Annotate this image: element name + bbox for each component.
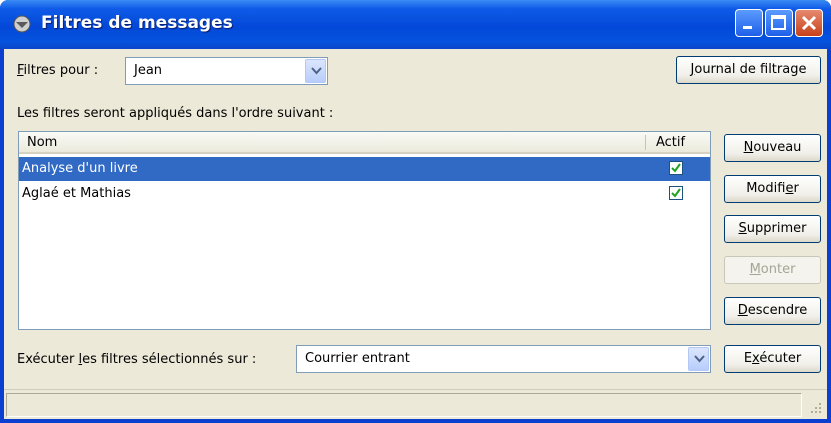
filter-name: Aglaé et Mathias: [22, 186, 131, 201]
new-filter-button[interactable]: Nouveau: [724, 134, 821, 162]
checkmark-icon: [671, 188, 681, 198]
folder-dropdown-arrow[interactable]: [688, 347, 709, 371]
filter-active-checkbox[interactable]: [669, 186, 683, 200]
chevron-down-icon: [694, 355, 705, 363]
run-button[interactable]: Exécuter: [724, 345, 821, 373]
filter-row[interactable]: Aglaé et Mathias: [19, 182, 710, 206]
minimize-button[interactable]: [735, 9, 763, 37]
close-button[interactable]: [795, 9, 823, 37]
status-pane: [6, 393, 802, 417]
window-title: Filtres de messages: [41, 13, 233, 33]
minimize-icon: [743, 26, 752, 29]
column-separator[interactable]: [645, 135, 646, 150]
maximize-button[interactable]: [765, 9, 793, 37]
chevron-down-icon: [311, 67, 322, 75]
folder-select[interactable]: Courrier entrant: [296, 345, 711, 373]
resize-grip-icon[interactable]: [809, 401, 823, 415]
dialog-body: Filtres pour : Jean Journal de filtrage …: [4, 49, 827, 419]
run-filters-label: Exécuter les filtres sélectionnés sur :: [17, 352, 257, 367]
folder-value: Courrier entrant: [305, 351, 410, 366]
filters-for-label: Filtres pour :: [17, 63, 99, 78]
account-value: Jean: [134, 63, 163, 78]
move-up-button[interactable]: Monter: [724, 256, 821, 284]
column-header-name[interactable]: Nom: [27, 135, 57, 150]
account-dropdown-arrow[interactable]: [305, 59, 326, 83]
column-header-active[interactable]: Actif: [656, 135, 685, 150]
delete-filter-button[interactable]: Supprimer: [724, 215, 821, 243]
filter-row[interactable]: Analyse d'un livre: [19, 157, 710, 181]
status-bar: [4, 389, 827, 419]
order-description: Les filtres seront appliqués dans l'ordr…: [17, 106, 334, 121]
close-icon: [801, 15, 817, 31]
account-select[interactable]: Jean: [125, 57, 328, 85]
list-header: Nom Actif: [19, 132, 710, 154]
title-bar[interactable]: Filtres de messages: [0, 0, 831, 49]
move-down-button[interactable]: Descendre: [724, 297, 821, 325]
filter-name: Analyse d'un livre: [22, 161, 138, 176]
checkmark-icon: [671, 163, 681, 173]
filter-active-checkbox[interactable]: [669, 161, 683, 175]
app-icon: [13, 15, 31, 33]
edit-filter-button[interactable]: Modifier: [724, 175, 821, 203]
maximize-icon: [771, 15, 786, 30]
filter-list[interactable]: Nom Actif Analyse d'un livre Aglaé et Ma…: [18, 131, 711, 330]
filter-log-button[interactable]: Journal de filtrage: [676, 56, 821, 84]
dialog-window: Filtres de messages Filtres pour : Jean …: [0, 0, 831, 423]
